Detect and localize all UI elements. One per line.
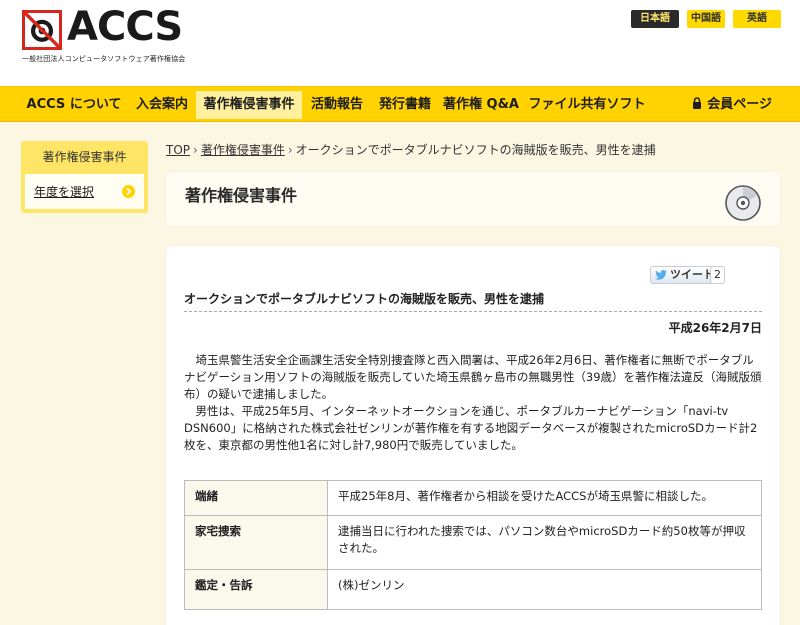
- breadcrumb-current: オークションでポータブルナビソフトの海賊版を販売、男性を逮捕: [295, 143, 656, 157]
- tweet-count-badge: 2: [710, 266, 725, 284]
- table-cell: 逮捕当日に行われた捜索では、パソコン数台やmicroSDカード約50枚等が押収さ…: [327, 515, 762, 570]
- site-header: ACCS 一般社団法人コンピュータソフトウェア著作権協会 日本語 中国語 英語: [0, 0, 800, 86]
- tweet-label: ツイート: [670, 268, 714, 281]
- article-paragraph: 男性は、平成25年5月、インターネットオークションを通じ、ポータブルカーナビゲー…: [184, 404, 758, 452]
- logo-subtitle: 一般社団法人コンピュータソフトウェア著作権協会: [22, 55, 186, 63]
- page-title: 著作権侵害事件: [185, 186, 298, 205]
- divider: [184, 311, 762, 312]
- case-details-table: 端緒 平成25年8月、著作権者から相談を受けたACCSが埼玉県警に相談した。 家…: [184, 480, 762, 610]
- page-title-panel: 著作権侵害事件: [166, 172, 780, 226]
- accs-logo[interactable]: ACCS 一般社団法人コンピュータソフトウェア著作権協会: [22, 4, 202, 66]
- member-page-label: 会員ページ: [707, 97, 772, 112]
- breadcrumb-top-link[interactable]: TOP: [166, 143, 190, 157]
- table-header-cell: 端緒: [184, 480, 328, 516]
- twitter-bird-icon: [655, 270, 667, 280]
- lang-chinese-button[interactable]: 中国語: [687, 10, 725, 28]
- breadcrumb-separator-icon: ›: [287, 143, 293, 157]
- article-date: 平成26年2月7日: [668, 321, 762, 335]
- nav-activities[interactable]: 活動報告: [305, 91, 369, 119]
- breadcrumb-separator-icon: ›: [193, 143, 198, 157]
- nav-copyright-qa[interactable]: 著作権 Q&A: [441, 91, 521, 119]
- main-nav: ACCS について 入会案内 著作権侵害事件 活動報告 発行書籍 著作権 Q&A…: [0, 86, 800, 122]
- breadcrumb-section-link[interactable]: 著作権侵害事件: [201, 143, 285, 157]
- breadcrumb: TOP › 著作権侵害事件 › オークションでポータブルナビソフトの海賊版を販売、男性を…: [166, 141, 656, 158]
- sidebar-item-select-year[interactable]: 年度を選択: [25, 174, 144, 209]
- sidebar: 著作権侵害事件 年度を選択: [21, 141, 148, 213]
- sidebar-item-label: 年度を選択: [34, 185, 95, 199]
- nav-infringement-cases[interactable]: 著作権侵害事件: [196, 91, 302, 119]
- article-paragraph: 埼玉県警生活安全企画課生活安全特別捜査隊と西入間署は、平成26年2月6日、著作権…: [184, 353, 762, 401]
- no-copy-disc-icon: [22, 10, 62, 50]
- lock-icon: [693, 97, 702, 109]
- table-row: 端緒 平成25年8月、著作権者から相談を受けたACCSが埼玉県警に相談した。: [184, 480, 762, 516]
- arrow-right-icon: [122, 185, 135, 198]
- nav-about[interactable]: ACCS について: [22, 91, 126, 119]
- table-header-cell: 家宅捜索: [184, 515, 328, 570]
- logo-wordmark: ACCS: [67, 4, 183, 50]
- article-title: オークションでポータブルナビソフトの海賊版を販売、男性を逮捕: [184, 292, 545, 306]
- disc-icon: [725, 185, 761, 221]
- lang-english-button[interactable]: 英語: [733, 10, 781, 28]
- article-panel: ツイート 2 オークションでポータブルナビソフトの海賊版を販売、男性を逮捕 平成…: [166, 246, 780, 625]
- nav-membership[interactable]: 入会案内: [130, 91, 194, 119]
- nav-publications[interactable]: 発行書籍: [373, 91, 437, 119]
- table-cell: (株)ゼンリン: [327, 569, 762, 610]
- member-page-link[interactable]: 会員ページ: [692, 91, 772, 119]
- table-header-cell: 鑑定・告訴: [184, 569, 328, 610]
- lang-japanese-button[interactable]: 日本語: [631, 10, 679, 28]
- table-cell: 平成25年8月、著作権者から相談を受けたACCSが埼玉県警に相談した。: [327, 480, 762, 516]
- article-body: 埼玉県警生活安全企画課生活安全特別捜査隊と西入間署は、平成26年2月6日、著作権…: [184, 352, 762, 454]
- sidebar-title: 著作権侵害事件: [42, 150, 127, 164]
- table-row: 家宅捜索 逮捕当日に行われた捜索では、パソコン数台やmicroSDカード約50枚…: [184, 515, 762, 570]
- nav-file-sharing[interactable]: ファイル共有ソフト: [527, 91, 647, 119]
- table-row: 鑑定・告訴 (株)ゼンリン: [184, 569, 762, 610]
